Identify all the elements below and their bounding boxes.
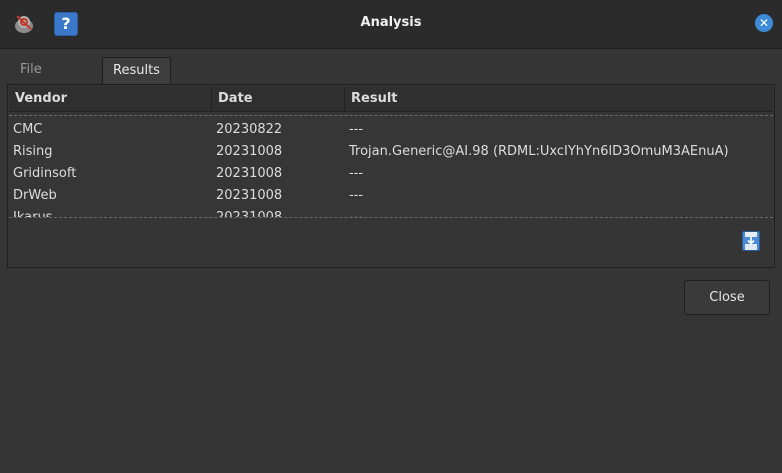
result-cell: --- [349, 210, 364, 218]
vendor-cell: DrWeb [13, 188, 57, 203]
window-title: Analysis [360, 15, 422, 30]
tab-results[interactable]: Results [102, 57, 171, 84]
table-row[interactable]: Gridinsoft 20231008 --- [9, 163, 773, 185]
table-row[interactable]: CMC 20230822 --- [9, 119, 773, 141]
column-header-vendor[interactable]: Vendor [9, 86, 212, 111]
result-cell: --- [349, 188, 364, 203]
column-header-result[interactable]: Result [345, 86, 773, 111]
title-bar: ? Analysis ✕ [0, 0, 782, 49]
close-button[interactable]: Close [684, 280, 770, 315]
close-icon[interactable]: ✕ [755, 14, 773, 32]
vendor-cell: Ikarus [13, 210, 53, 218]
result-cell: --- [349, 166, 364, 181]
date-cell: 20230822 [216, 122, 283, 137]
save-export-icon[interactable] [742, 231, 760, 251]
table-row[interactable]: Ikarus 20231008 --- [9, 207, 773, 218]
vendor-cell: Rising [13, 144, 53, 159]
date-cell: 20231008 [216, 210, 283, 218]
tab-file-analysis[interactable]: File Analysis [10, 57, 84, 103]
result-cell: Trojan.Generic@AI.98 (RDML:UxcIYhYn6lD3O… [349, 144, 729, 159]
result-cell: --- [349, 122, 364, 137]
table-row[interactable]: Rising 20231008 Trojan.Generic@AI.98 (RD… [9, 141, 773, 163]
results-table-body[interactable]: CMC 20230822 --- Rising 20231008 Trojan.… [9, 115, 773, 218]
results-panel: Vendor Date Result CMC 20230822 --- Risi… [7, 84, 775, 268]
vendor-cell: CMC [13, 122, 43, 137]
vendor-cell: Gridinsoft [13, 166, 77, 181]
table-row[interactable]: DrWeb 20231008 --- [9, 185, 773, 207]
date-cell: 20231008 [216, 166, 283, 181]
column-header-date[interactable]: Date [212, 86, 345, 111]
date-cell: 20231008 [216, 144, 283, 159]
date-cell: 20231008 [216, 188, 283, 203]
table-header: Vendor Date Result [9, 86, 773, 112]
